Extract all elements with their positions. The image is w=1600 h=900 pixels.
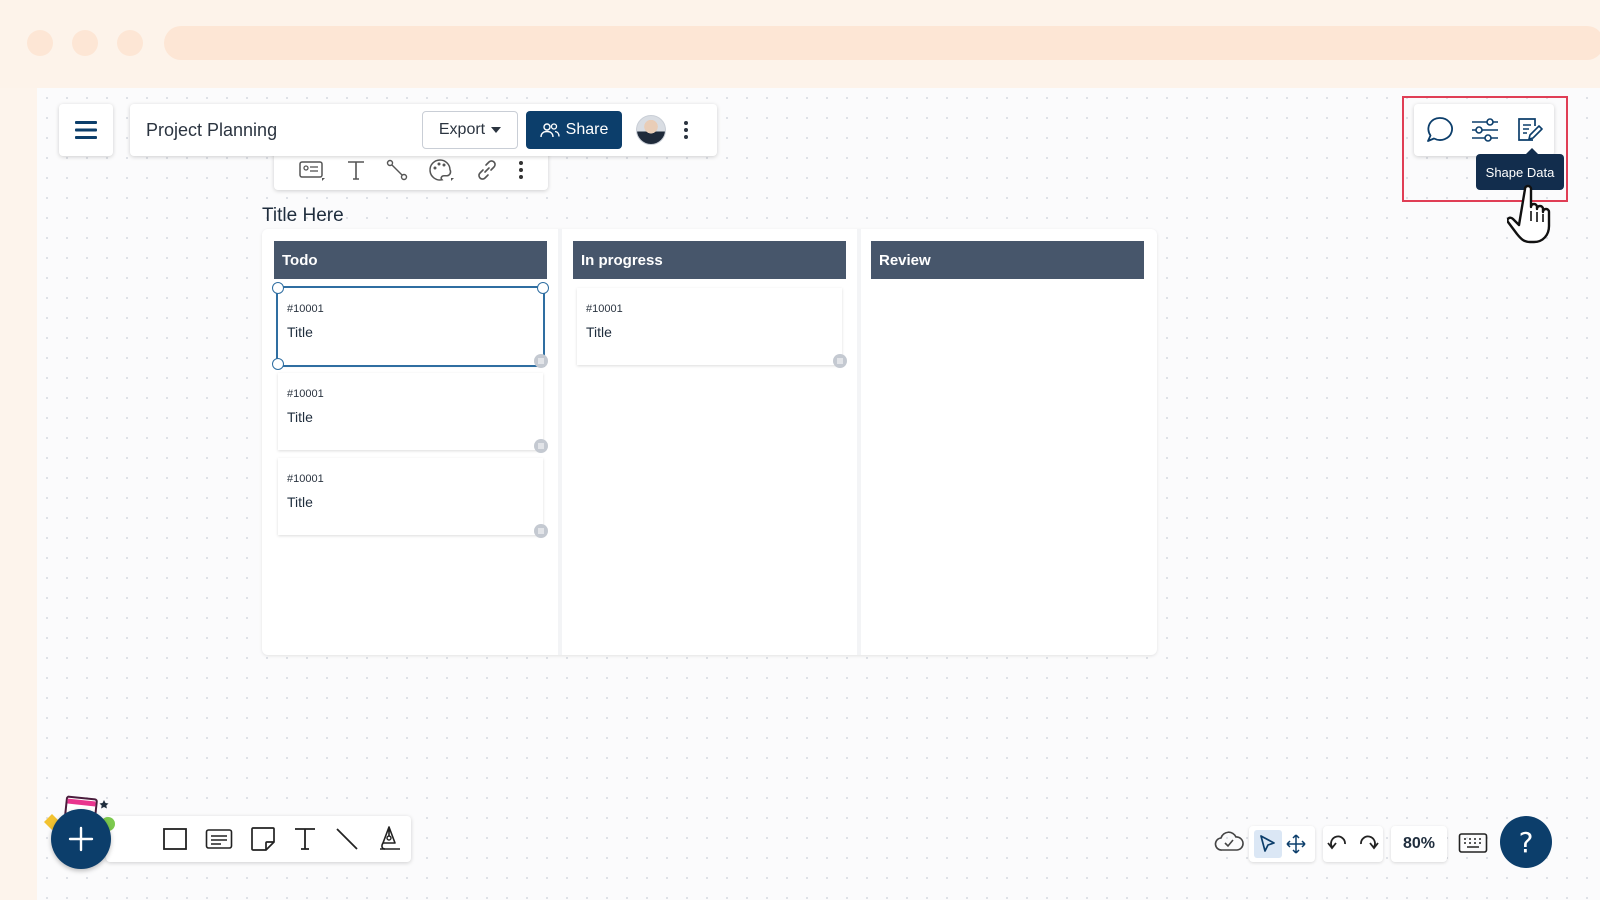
caret-down-icon xyxy=(491,127,502,133)
column-header-todo[interactable]: Todo xyxy=(274,241,547,279)
zoom-level-text: 80% xyxy=(1402,835,1436,852)
card-title: Title xyxy=(586,324,612,340)
color-palette-icon[interactable] xyxy=(428,158,456,182)
address-bar[interactable] xyxy=(164,26,1600,60)
link-icon[interactable] xyxy=(475,158,499,182)
more-options-icon[interactable] xyxy=(518,160,524,180)
rectangle-tool-icon[interactable] xyxy=(162,827,188,851)
resize-handle[interactable] xyxy=(272,282,284,294)
column-divider xyxy=(857,229,861,655)
card-data-icon[interactable] xyxy=(833,354,847,368)
connector-icon[interactable] xyxy=(386,158,408,182)
column-header-review[interactable]: Review xyxy=(871,241,1144,279)
shape-context-toolbar xyxy=(274,150,548,190)
help-button[interactable]: ? xyxy=(1500,816,1552,868)
export-button[interactable]: Export xyxy=(422,111,518,149)
redo-icon[interactable] xyxy=(1353,831,1383,857)
window-dot xyxy=(72,30,98,56)
card-data-icon[interactable] xyxy=(534,524,548,538)
card-title: Title xyxy=(287,494,313,510)
resize-handle[interactable] xyxy=(272,358,284,370)
board-title[interactable]: Title Here xyxy=(262,205,344,227)
text-tool-icon[interactable] xyxy=(293,826,317,852)
column-header-in-progress[interactable]: In progress xyxy=(573,241,846,279)
card-tool-icon[interactable] xyxy=(205,828,233,850)
card-id: #10001 xyxy=(287,473,324,485)
pen-tool-icon[interactable] xyxy=(377,825,403,853)
task-card[interactable]: #10001 Title xyxy=(276,286,548,368)
add-shape-button[interactable] xyxy=(51,809,111,869)
drawing-toolbar xyxy=(106,816,411,862)
sticky-note-icon[interactable] xyxy=(250,826,276,852)
card-style-icon[interactable] xyxy=(298,158,326,182)
task-card[interactable]: #10001 Title xyxy=(577,288,847,368)
window-dot xyxy=(27,30,53,56)
zoom-level[interactable]: 80% xyxy=(1391,826,1447,862)
document-toolbar: Project Planning Export Share xyxy=(130,104,717,156)
resize-handle[interactable] xyxy=(537,282,549,294)
card-title: Title xyxy=(287,409,313,425)
plus-icon xyxy=(68,826,94,852)
column-divider xyxy=(558,229,562,655)
window-dot xyxy=(117,30,143,56)
card-id: #10001 xyxy=(287,388,324,400)
document-title[interactable]: Project Planning xyxy=(146,120,277,141)
undo-icon[interactable] xyxy=(1323,831,1353,857)
card-data-icon[interactable] xyxy=(534,354,548,368)
task-card[interactable]: #10001 Title xyxy=(278,458,548,538)
share-button[interactable]: Share xyxy=(526,111,622,149)
card-data-icon[interactable] xyxy=(534,439,548,453)
line-tool-icon[interactable] xyxy=(334,826,360,852)
more-menu-icon[interactable] xyxy=(680,118,692,142)
users-icon xyxy=(539,123,560,138)
main-menu-button[interactable] xyxy=(59,104,113,156)
share-label: Share xyxy=(565,121,609,138)
card-id: #10001 xyxy=(287,303,324,315)
user-avatar[interactable] xyxy=(636,115,666,145)
cursor-mode-group xyxy=(1249,826,1315,862)
export-label: Export xyxy=(438,121,486,138)
hand-cursor-icon xyxy=(1507,184,1551,244)
pan-move-icon[interactable] xyxy=(1282,830,1310,858)
cloud-sync-icon[interactable] xyxy=(1214,830,1244,854)
keyboard-shortcuts-icon[interactable] xyxy=(1458,832,1488,854)
text-format-icon[interactable] xyxy=(345,158,367,182)
card-id: #10001 xyxy=(586,303,623,315)
hamburger-icon xyxy=(75,121,97,139)
browser-chrome xyxy=(0,0,1600,88)
undo-redo-group xyxy=(1323,826,1383,862)
card-title: Title xyxy=(287,324,313,340)
task-card[interactable]: #10001 Title xyxy=(278,373,548,453)
select-cursor-icon[interactable] xyxy=(1254,830,1282,858)
